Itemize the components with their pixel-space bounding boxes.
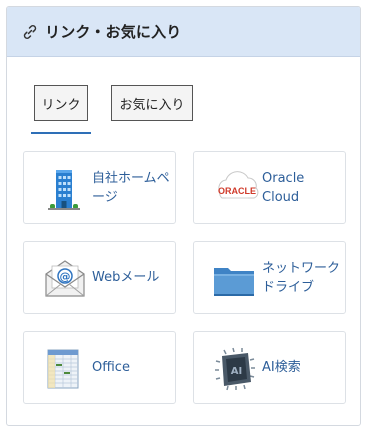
tile-label: AI検索	[262, 360, 301, 375]
tab-favorites-label: お気に入り	[119, 97, 185, 113]
tile-network-drive[interactable]: ネットワークドライブ	[193, 241, 346, 314]
oracle-logo-text: ORACLE	[218, 186, 256, 196]
folder-icon	[212, 256, 258, 302]
oracle-cloud-icon: ORACLE	[212, 166, 259, 212]
tab-favorites[interactable]: お気に入り	[111, 85, 193, 121]
tab-links[interactable]: リンク	[34, 85, 88, 121]
mail-icon: @	[42, 256, 88, 302]
panel-title: リンク・お気に入り	[45, 23, 182, 41]
ai-chip-text: AI	[231, 366, 242, 377]
tile-label: Oracle Cloud	[262, 170, 305, 205]
link-icon	[21, 23, 39, 41]
tile-webmail[interactable]: @ Webメール	[23, 241, 176, 314]
tile-ai-search[interactable]: AI AI検索	[193, 331, 346, 404]
tile-label: Office	[92, 360, 130, 375]
panel-header: リンク・お気に入り	[7, 7, 360, 57]
building-icon	[42, 166, 88, 212]
ai-chip-icon: AI	[212, 346, 258, 392]
tile-office[interactable]: Office	[23, 331, 176, 404]
links-favorites-panel: リンク・お気に入り リンク お気に入り 自社ホームページ ORACLE Orac…	[6, 6, 361, 426]
tile-label: Webメール	[92, 270, 160, 285]
tile-company-homepage[interactable]: 自社ホームページ	[23, 151, 176, 224]
spreadsheet-icon	[42, 346, 88, 392]
tab-links-label: リンク	[41, 97, 81, 113]
svg-text:@: @	[60, 270, 71, 283]
active-tab-indicator	[31, 132, 91, 134]
tile-oracle-cloud[interactable]: ORACLE Oracle Cloud	[193, 151, 346, 224]
tile-label: 自社ホームページ	[92, 170, 170, 205]
tile-label: ネットワークドライブ	[262, 260, 341, 295]
